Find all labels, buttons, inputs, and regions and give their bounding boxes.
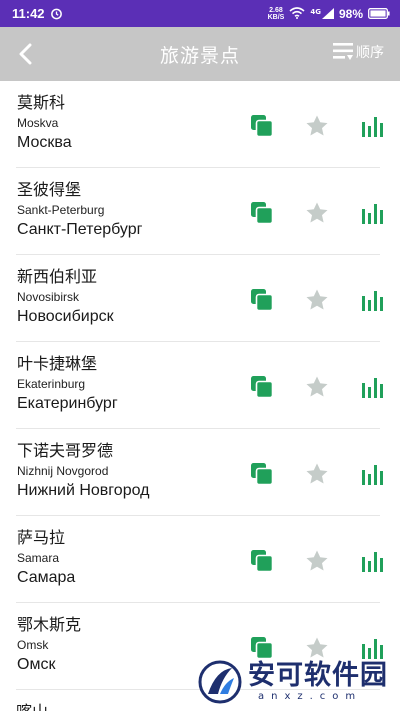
favorite-button[interactable]	[304, 287, 330, 313]
copy-button[interactable]	[249, 200, 275, 226]
city-name-latin: Novosibirsk	[17, 290, 80, 304]
watermark-title: 安可软件园	[248, 660, 388, 691]
list-item[interactable]: 叶卡捷琳堡 Ekaterinburg Екатеринбург	[16, 342, 383, 429]
star-icon	[306, 289, 328, 310]
city-name-russian: Санкт-Петербург	[17, 221, 143, 238]
favorite-button[interactable]	[304, 374, 330, 400]
city-name-russian: Омск	[17, 656, 56, 673]
list-item[interactable]: 莫斯科 Moskva Москва	[16, 81, 383, 168]
stats-button[interactable]	[359, 461, 385, 487]
network-type: 4G	[310, 8, 321, 16]
bar-chart-icon	[362, 204, 383, 224]
city-name-russian: Москва	[17, 134, 72, 151]
signal-icon: 4G	[310, 8, 334, 19]
stats-button[interactable]	[359, 374, 385, 400]
bar-chart-icon	[362, 117, 383, 137]
city-name-chinese: 鄂木斯克	[17, 615, 82, 634]
sort-button[interactable]: 顺序	[333, 42, 384, 62]
copy-icon	[251, 289, 274, 312]
city-name-russian: Екатеринбург	[17, 395, 118, 412]
star-icon	[306, 202, 328, 223]
list-item[interactable]: 萨马拉 Samara Самара	[16, 516, 383, 603]
city-name-latin: Ekaterinburg	[17, 377, 86, 391]
stats-button[interactable]	[359, 113, 385, 139]
copy-button[interactable]	[249, 548, 275, 574]
city-name-russian: Нижний Новгород	[17, 482, 150, 499]
city-name-chinese: 圣彼得堡	[17, 180, 82, 199]
city-name-russian: Новосибирск	[17, 308, 114, 325]
sort-list-icon	[333, 43, 353, 60]
status-bar: 11:42 2.68 KB/S 4G 98%	[0, 0, 400, 27]
copy-icon	[251, 463, 274, 486]
battery-icon	[368, 4, 390, 23]
city-name-latin: Nizhnij Novgorod	[17, 464, 109, 478]
copy-icon	[251, 115, 274, 138]
watermark-domain: anxz.com	[258, 691, 363, 702]
copy-icon	[251, 202, 274, 225]
favorite-button[interactable]	[304, 461, 330, 487]
watermark: 安可软件园 anxz.com	[198, 653, 394, 711]
city-name-latin: Samara	[17, 551, 60, 565]
city-name-latin: Omsk	[17, 638, 49, 652]
wifi-icon	[289, 4, 305, 23]
stats-button[interactable]	[359, 200, 385, 226]
bar-chart-icon	[362, 378, 383, 398]
battery-level: 98%	[338, 6, 363, 21]
city-name-latin: Moskva	[17, 116, 59, 130]
list-item[interactable]: 圣彼得堡 Sankt-Peterburg Санкт-Петербург	[16, 168, 383, 255]
star-icon	[306, 550, 328, 571]
copy-icon	[251, 376, 274, 399]
city-name-chinese: 下诺夫哥罗德	[17, 441, 114, 460]
city-list: 莫斯科 Moskva Москва 圣彼得堡 Sankt-Peterburg С…	[0, 81, 400, 711]
star-icon	[306, 463, 328, 484]
favorite-button[interactable]	[304, 113, 330, 139]
star-icon	[306, 115, 328, 136]
city-name-chinese: 叶卡捷琳堡	[17, 354, 98, 373]
city-name-russian: Самара	[17, 569, 76, 586]
city-name-latin: Sankt-Peterburg	[17, 203, 105, 217]
city-name-chinese: 萨马拉	[17, 528, 66, 547]
copy-button[interactable]	[249, 374, 275, 400]
star-icon	[306, 376, 328, 397]
city-name-chinese: 新西伯利亚	[17, 267, 98, 286]
bar-chart-icon	[362, 552, 383, 572]
copy-icon	[251, 550, 274, 573]
sort-label: 顺序	[356, 45, 384, 61]
copy-button[interactable]	[249, 461, 275, 487]
list-item[interactable]: 新西伯利亚 Novosibirsk Новосибирск	[16, 255, 383, 342]
copy-button[interactable]	[249, 287, 275, 313]
bar-chart-icon	[362, 291, 383, 311]
bar-chart-icon	[362, 465, 383, 485]
favorite-button[interactable]	[304, 548, 330, 574]
alarm-icon	[50, 7, 63, 20]
copy-button[interactable]	[249, 113, 275, 139]
network-speed: 2.68 KB/S	[267, 6, 285, 21]
stats-button[interactable]	[359, 287, 385, 313]
city-name-chinese: 莫斯科	[17, 93, 66, 112]
stats-button[interactable]	[359, 548, 385, 574]
status-time: 11:42	[12, 6, 45, 21]
favorite-button[interactable]	[304, 200, 330, 226]
app-bar: 旅游景点 顺序	[0, 27, 400, 81]
list-item[interactable]: 下诺夫哥罗德 Nizhnij Novgorod Нижний Новгород	[16, 429, 383, 516]
watermark-logo	[198, 660, 242, 704]
